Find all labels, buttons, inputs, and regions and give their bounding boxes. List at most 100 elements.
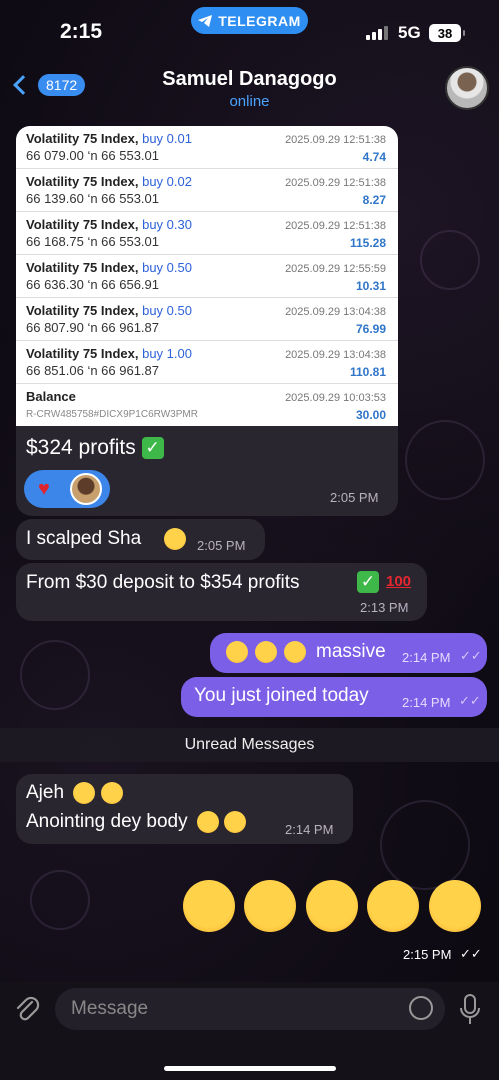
battery-icon: 38 [429, 24, 465, 42]
message-bubble-incoming[interactable]: Ajeh Anointing dey body 2:14 PM [16, 774, 353, 844]
double-check-icon: ✓✓ [460, 648, 482, 663]
heart-icon: ♥ [38, 478, 50, 500]
trade-prices: 66 636.30 ‘n 66 656.91 [26, 277, 160, 292]
message-time: 2:15 PM [403, 947, 452, 962]
check-icon: ✓ [141, 437, 164, 460]
trade-action: buy 0.02 [142, 174, 192, 189]
m2-text: I scalped Sha [26, 528, 142, 549]
trade-instrument: Volatility 75 Index, buy 0.02 [26, 174, 192, 189]
trade-date: 2025.09.29 13:04:38 [285, 306, 386, 318]
wallpaper-doodle [20, 640, 90, 710]
trade-profit: 110.81 [349, 365, 386, 379]
balance-amount: 30.00 [355, 408, 386, 422]
trade-prices: 66 168.75 ‘n 66 553.01 [26, 234, 160, 249]
trade-row: Volatility 75 Index, buy 0.02 66 139.60 ‘… [16, 169, 398, 212]
message-time: 2:05 PM [330, 490, 379, 505]
trade-profit: 10.31 [355, 279, 386, 293]
double-check-icon: ✓✓ [459, 693, 481, 708]
wallpaper-doodle [30, 870, 90, 930]
laughing-emoji [183, 880, 235, 932]
rofl-emoji [100, 782, 123, 804]
trade-profit: 76.99 [355, 322, 386, 336]
mic-icon[interactable] [458, 993, 482, 1027]
message-text: $324 profits ✓ [26, 436, 164, 460]
wallpaper-doodle [380, 800, 470, 890]
trade-date: 2025.09.29 12:51:38 [285, 134, 386, 146]
wallpaper-doodle [405, 420, 485, 500]
telegram-pill[interactable]: TELEGRAM [191, 7, 308, 34]
signal-icon [366, 26, 388, 40]
message-bubble-outgoing[interactable]: massive 2:14 PM ✓✓ [210, 633, 487, 673]
trade-instrument: Volatility 75 Index, buy 0.50 [26, 260, 192, 275]
telegram-pill-label: TELEGRAM [218, 12, 301, 29]
trade-date: 2025.09.29 12:51:38 [285, 220, 386, 232]
battery-level: 38 [437, 25, 453, 41]
check-icon: ✓ [357, 571, 379, 593]
rofl-emoji [196, 811, 219, 833]
message-time: 2:13 PM [360, 600, 409, 615]
trade-action: buy 0.50 [142, 303, 192, 318]
trade-date: 2025.09.29 12:51:38 [285, 177, 386, 189]
balance-row: Balance R-CRW485758#DICX9P1C6RW3PMR 2025… [16, 384, 398, 426]
trade-action: buy 0.01 [142, 131, 192, 146]
chat-title[interactable]: Samuel Danagogo [0, 68, 499, 91]
unread-divider: Unread Messages [0, 728, 499, 762]
laughing-emoji [244, 880, 296, 932]
double-check-icon: ✓✓ [460, 946, 482, 961]
chat-status: online [229, 93, 270, 110]
trade-screenshot-image[interactable]: Volatility 75 Index, buy 0.01 66 079.00 ‘… [16, 126, 398, 426]
trade-profit: 8.27 [362, 193, 386, 207]
reaction-chip[interactable]: ♥ [24, 470, 110, 508]
sticker-icon[interactable] [409, 996, 433, 1020]
m1-text: $324 profits [26, 436, 136, 459]
trade-row: Volatility 75 Index, buy 0.30 66 168.75 ‘… [16, 212, 398, 255]
trade-row: Volatility 75 Index, buy 1.00 66 851.06 ‘… [16, 341, 398, 384]
trade-date: 2025.09.29 13:04:38 [285, 349, 386, 361]
message-time: 2:05 PM [197, 538, 246, 553]
telegram-icon [198, 14, 213, 27]
trade-action: buy 0.50 [142, 260, 192, 275]
laughing-emoji [367, 880, 419, 932]
trade-instrument: Volatility 75 Index, buy 0.50 [26, 303, 192, 318]
status-time: 2:15 [60, 20, 103, 43]
message-placeholder: Message [71, 998, 149, 1019]
laughing-emoji [306, 880, 358, 932]
attach-icon[interactable] [14, 994, 40, 1024]
trade-prices: 66 139.60 ‘n 66 553.01 [26, 191, 160, 206]
balance-account: R-CRW485758#DICX9P1C6RW3PMR [26, 409, 198, 420]
trade-row: Volatility 75 Index, buy 0.50 66 636.30 ‘… [16, 255, 398, 298]
message-line: Ajeh [26, 782, 123, 804]
trade-row: Volatility 75 Index, buy 0.50 66 807.90 ‘… [16, 298, 398, 341]
hundred-emoji: 100 [386, 573, 412, 590]
trade-date: 2025.09.29 12:55:59 [285, 263, 386, 275]
message-time: 2:14 PM [402, 695, 451, 710]
message-bubble-outgoing[interactable]: You just joined today 2:14 PM ✓✓ [181, 677, 487, 717]
m3-text: From $30 deposit to $354 profits [26, 572, 300, 593]
message-bubble-incoming[interactable]: I scalped Sha 2:05 PM [16, 519, 265, 560]
emoji-message[interactable]: 2:15 PM ✓✓ [180, 880, 490, 970]
laughing-emoji [284, 641, 306, 663]
chat-header: 8172 Samuel Danagogo online [0, 58, 499, 120]
message-bubble-incoming[interactable]: From $30 deposit to $354 profits ✓ 100 2… [16, 563, 427, 621]
trade-profit: 4.74 [362, 150, 386, 164]
m6-line2: Anointing dey body [26, 811, 188, 833]
trade-instrument: Volatility 75 Index, buy 0.30 [26, 217, 192, 232]
trade-profit: 115.28 [349, 236, 386, 250]
trade-instrument: Volatility 75 Index, buy 0.01 [26, 131, 192, 146]
message-line: Anointing dey body [26, 811, 247, 833]
m5-text: You just joined today [194, 685, 369, 706]
message-time: 2:14 PM [285, 822, 334, 837]
m6-line1: Ajeh [26, 782, 65, 804]
trade-instrument: Volatility 75 Index, buy 1.00 [26, 346, 192, 361]
message-input[interactable]: Message [55, 988, 445, 1030]
trade-row: Volatility 75 Index, buy 0.01 66 079.00 ‘… [16, 126, 398, 169]
status-bar: 2:15 TELEGRAM 5G 38 [0, 0, 499, 60]
balance-date: 2025.09.29 10:03:53 [285, 392, 386, 404]
trade-prices: 66 851.06 ‘n 66 961.87 [26, 363, 160, 378]
avatar[interactable] [445, 66, 489, 110]
trade-prices: 66 079.00 ‘n 66 553.01 [26, 148, 160, 163]
home-indicator [164, 1066, 336, 1071]
message-time: 2:14 PM [402, 650, 451, 665]
trade-list: Volatility 75 Index, buy 0.01 66 079.00 ‘… [16, 126, 398, 384]
network-label: 5G [398, 23, 421, 42]
